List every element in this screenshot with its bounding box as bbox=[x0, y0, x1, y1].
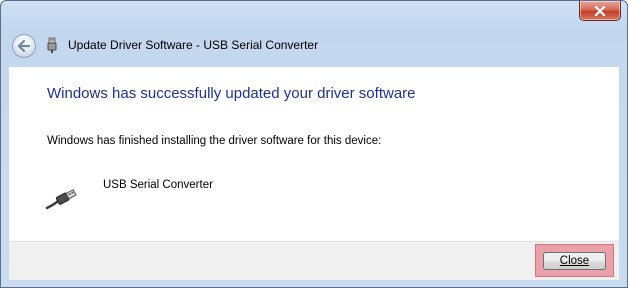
window-close-button[interactable] bbox=[579, 1, 621, 21]
back-button[interactable] bbox=[12, 34, 36, 58]
close-button[interactable]: Close bbox=[543, 252, 606, 270]
usb-cable-icon bbox=[45, 189, 77, 210]
button-bar: Close bbox=[9, 241, 619, 280]
page-heading: Windows has successfully updated your dr… bbox=[47, 85, 416, 102]
close-button-highlight: Close bbox=[535, 244, 614, 277]
close-x-icon bbox=[594, 5, 606, 16]
driver-update-window: Update Driver Software - USB Serial Conv… bbox=[0, 0, 628, 288]
device-name: USB Serial Converter bbox=[103, 179, 213, 191]
back-arrow-icon bbox=[17, 40, 31, 52]
wizard-title: Update Driver Software - USB Serial Conv… bbox=[68, 38, 319, 52]
content-panel: Windows has successfully updated your dr… bbox=[9, 67, 619, 241]
status-message: Windows has finished installing the driv… bbox=[47, 135, 382, 147]
usb-plug-icon bbox=[47, 37, 57, 53]
